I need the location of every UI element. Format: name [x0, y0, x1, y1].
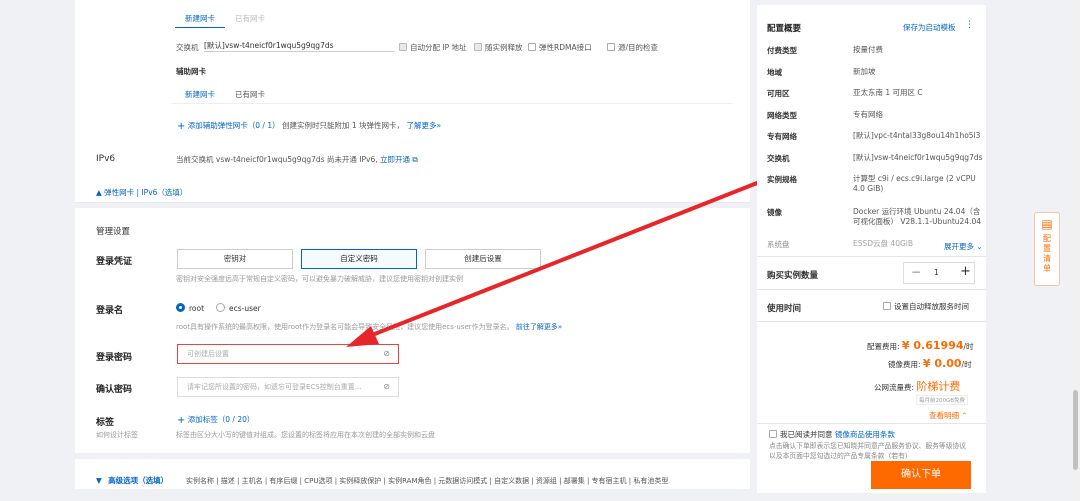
expand-more-link[interactable]: 展开更多 ⌄ — [944, 241, 983, 252]
config-list-tab[interactable]: ▤ 配置清单 — [1034, 212, 1060, 286]
confirm-order-button[interactable]: 确认下单 — [871, 461, 971, 489]
plus-icon[interactable]: + — [960, 264, 971, 279]
divider — [757, 256, 986, 257]
divider — [757, 423, 986, 424]
save-template-link[interactable]: 保存为启动模板 — [903, 22, 956, 33]
more-icon[interactable]: ⋮ — [965, 20, 974, 30]
scrollbar-thumb[interactable] — [1073, 390, 1078, 470]
agree-note: 点击确认下单即表示您已知晓并同意产品服务协议、服务等级协议以及本页面中您勾选过的… — [769, 442, 967, 460]
traffic-note: 每月前200GB免费 — [916, 395, 969, 405]
duration-label: 使用时间 — [767, 304, 802, 314]
chevron-up-icon: ⌃ — [961, 411, 968, 420]
agree-option[interactable]: 我已阅读并同意 镜像商品使用条款 — [769, 429, 895, 440]
summary-title: 配置概要 — [767, 24, 802, 34]
chevron-down-icon: ⌄ — [976, 242, 983, 251]
qty-stepper[interactable]: − 1 + — [903, 262, 975, 284]
divider — [757, 289, 986, 290]
auto-release-option[interactable]: 设置自动释放服务时间 — [883, 301, 969, 312]
agree-checkbox[interactable] — [769, 430, 777, 438]
terms-link[interactable]: 镜像商品使用条款 — [835, 430, 895, 439]
image-fee: 镜像费用: ¥ 0.00/时 — [888, 357, 972, 370]
qty-label: 购买实例数量 — [767, 271, 819, 281]
qty-value: 1 — [934, 268, 939, 277]
divider — [757, 321, 986, 322]
document-icon: ▤ — [1041, 217, 1053, 231]
minus-icon[interactable]: − — [911, 265, 921, 279]
config-fee: 配置费用: ¥ 0.61994/时 — [867, 339, 974, 352]
summary-panel: 配置概要 保存为启动模板 ⋮ 付费类型 按量付费 地域 新加坡 可用区 亚太东南 1 … — [757, 5, 986, 493]
view-detail-link[interactable]: 查看明细 ⌃ — [929, 410, 968, 421]
auto-release-checkbox[interactable] — [883, 302, 891, 310]
traffic-fee: 公网流量费: 阶梯计费 — [874, 380, 961, 393]
page-scrollbar[interactable] — [1071, 0, 1080, 501]
